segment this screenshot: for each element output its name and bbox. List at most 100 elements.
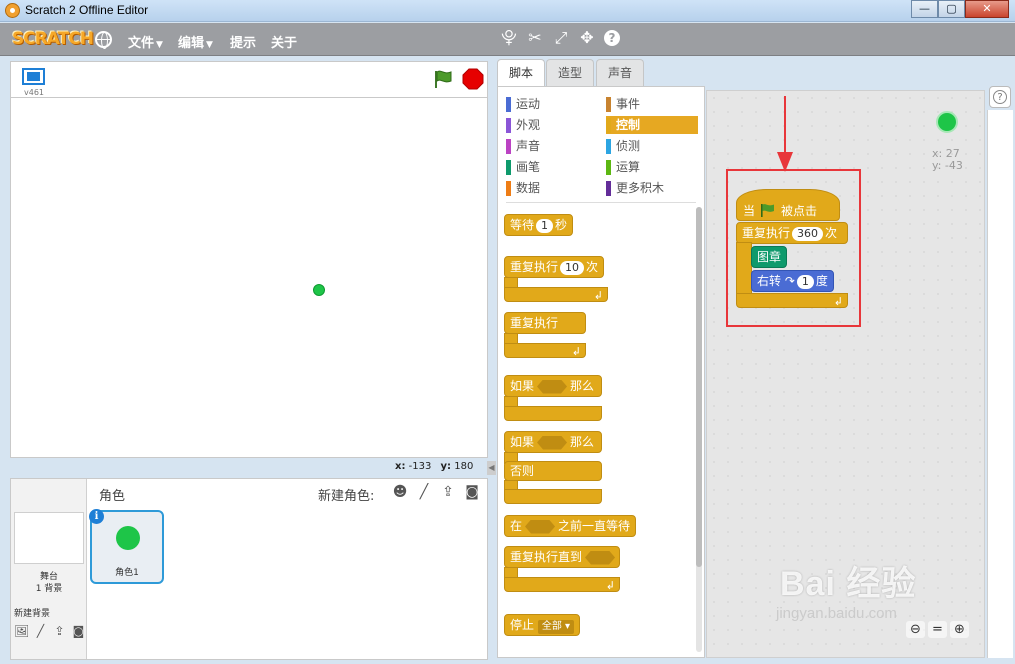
upload-icon[interactable]: ⇪: [439, 483, 457, 501]
block-wait-until[interactable]: 在之前一直等待: [504, 515, 637, 537]
stage-canvas[interactable]: [10, 97, 488, 458]
block-forever[interactable]: 重复执行: [504, 312, 586, 334]
menu-file[interactable]: 文件 ▼: [128, 32, 163, 51]
stage-header: v461: [10, 61, 488, 97]
script-repeat-foot: ↲: [736, 293, 848, 308]
duplicate-stamp-icon[interactable]: ⯓: [500, 29, 518, 47]
stage-thumbnail[interactable]: [14, 512, 84, 564]
sprite-thumbnail: [116, 526, 140, 550]
chevron-down-icon: ▼: [206, 40, 213, 50]
info-icon[interactable]: i: [89, 509, 104, 524]
sprite-name: 角色1: [115, 568, 139, 578]
delete-scissors-icon[interactable]: ✂: [526, 29, 544, 47]
help-button[interactable]: ?: [989, 86, 1011, 108]
sprite-tile[interactable]: i 角色1: [89, 509, 164, 584]
collapse-stage-icon[interactable]: ◀: [487, 461, 496, 475]
stop-sign-icon[interactable]: [462, 68, 484, 90]
category-more-blocks[interactable]: 更多积木: [606, 179, 698, 197]
camera-icon[interactable]: ◙: [71, 624, 86, 638]
block-help-icon[interactable]: ?: [604, 30, 620, 46]
mouse-coordinates: x: -133 y: 180: [395, 461, 474, 472]
presentation-mode-icon[interactable]: [22, 68, 45, 85]
maximize-button[interactable]: ▢: [938, 0, 965, 18]
baidu-jingyan-watermark: Bai 经验 jingyan.baidu.com: [776, 565, 917, 622]
script-stamp[interactable]: 图章: [751, 246, 788, 268]
window-title-bar: Scratch 2 Offline Editor — ▢ ✕: [0, 0, 1015, 22]
mouse-x-value: -133: [408, 461, 432, 472]
paint-icon[interactable]: ╱: [33, 624, 48, 638]
menu-bar: SCRATCH 文件 ▼ 编辑 ▼ 提示 关于 ⯓ ✂ ⤢ ✥ ?: [0, 23, 1015, 56]
camera-icon[interactable]: ◙: [463, 483, 481, 501]
block-stop[interactable]: 停止 全部 ▾: [504, 614, 581, 636]
tab-scripts[interactable]: 脚本: [497, 59, 546, 87]
edit-tools: ⯓ ✂ ⤢ ✥ ?: [500, 29, 620, 47]
category-looks[interactable]: 外观: [506, 116, 598, 134]
close-button[interactable]: ✕: [965, 0, 1009, 18]
menu-edit[interactable]: 编辑 ▼: [178, 32, 213, 51]
tab-sounds[interactable]: 声音: [596, 59, 645, 86]
stop-option-dropdown[interactable]: 全部 ▾: [537, 620, 575, 634]
block-palette: 运动 事件 外观 控制 声音 侦测 画笔 运算 数据 更多积木 等待 1 秒 重复执…: [497, 86, 705, 658]
sprite-library-icon[interactable]: ☻: [391, 483, 409, 501]
grow-icon[interactable]: ⤢: [552, 29, 570, 47]
category-data[interactable]: 数据: [506, 179, 598, 197]
zoom-out-icon[interactable]: ⊖: [906, 621, 925, 638]
shrink-icon[interactable]: ✥: [578, 29, 596, 47]
sprite-panel: 舞台 1 背景 新建背景 🖼 ╱ ⇪ ◙ 角色 新建角色: ☻ ╱ ⇪ ◙ i …: [10, 478, 488, 660]
new-sprite-label: 新建角色:: [318, 489, 375, 504]
minimize-button[interactable]: —: [911, 0, 938, 18]
tab-costumes[interactable]: 造型: [546, 59, 595, 86]
script-area-scroll-strip: [987, 110, 1013, 658]
sprite-green-dot[interactable]: [313, 284, 325, 296]
stage-column: 舞台 1 背景 新建背景 🖼 ╱ ⇪ ◙: [11, 479, 87, 659]
new-sprite-tools: ☻ ╱ ⇪ ◙: [391, 483, 481, 501]
new-backdrop-tools: 🖼 ╱ ⇪ ◙: [14, 624, 86, 638]
zoom-in-icon[interactable]: ⊕: [950, 621, 969, 638]
scratch-logo[interactable]: SCRATCH: [12, 29, 94, 49]
block-repeat-foot: ↲: [504, 287, 608, 302]
category-pen[interactable]: 画笔: [506, 158, 598, 176]
block-if-then[interactable]: 如果 那么: [504, 375, 602, 397]
annotation-arrow: [784, 96, 786, 154]
mouse-y-value: 180: [454, 461, 474, 472]
chevron-down-icon: ▼: [156, 40, 163, 50]
category-sound[interactable]: 声音: [506, 137, 598, 155]
category-events[interactable]: 事件: [606, 95, 698, 113]
scratch-cat-icon: [5, 3, 20, 18]
category-motion[interactable]: 运动: [506, 95, 598, 113]
category-operators[interactable]: 运算: [606, 158, 698, 176]
category-sensing[interactable]: 侦测: [606, 137, 698, 155]
zoom-controls: ⊖ = ⊕: [906, 621, 969, 638]
category-control[interactable]: 控制: [606, 116, 698, 134]
window-title: Scratch 2 Offline Editor: [25, 3, 149, 17]
zoom-reset-icon[interactable]: =: [928, 621, 947, 638]
script-when-flag-clicked[interactable]: 当 被点击: [736, 189, 840, 221]
version-label: v461: [24, 88, 45, 97]
block-repeat-until[interactable]: 重复执行直到: [504, 546, 620, 568]
stage-backdrop-count: 1 背景: [35, 584, 63, 594]
block-if-else[interactable]: 如果 那么: [504, 431, 602, 453]
block-wait[interactable]: 等待 1 秒: [504, 214, 574, 236]
current-sprite-preview: [936, 111, 958, 133]
block-else-label: 否则: [504, 461, 602, 481]
rotate-clockwise-icon: ↷: [784, 274, 795, 288]
green-flag-icon: [761, 204, 775, 217]
green-flag-icon[interactable]: [432, 68, 454, 90]
paint-icon[interactable]: ╱: [415, 483, 433, 501]
palette-scrollbar[interactable]: [696, 207, 702, 652]
menu-tips[interactable]: 提示: [230, 32, 256, 51]
language-globe-icon[interactable]: [95, 31, 112, 49]
menu-about[interactable]: 关于: [271, 32, 297, 51]
block-repeat[interactable]: 重复执行 10 次: [504, 256, 605, 278]
script-turn-right[interactable]: 右转 ↷ 1 度: [751, 270, 834, 292]
block-repeat-until-foot: ↲: [504, 577, 620, 592]
question-icon: ?: [993, 90, 1007, 104]
upload-icon[interactable]: ⇪: [52, 624, 67, 638]
window-controls: — ▢ ✕: [911, 0, 1009, 18]
category-divider: [506, 202, 696, 203]
backdrop-library-icon[interactable]: 🖼: [14, 624, 29, 638]
block-forever-foot: ↲: [504, 343, 586, 358]
new-backdrop-label: 新建背景: [14, 609, 51, 619]
sprites-header: 角色: [99, 489, 126, 504]
script-repeat[interactable]: 重复执行 360 次: [736, 222, 848, 244]
